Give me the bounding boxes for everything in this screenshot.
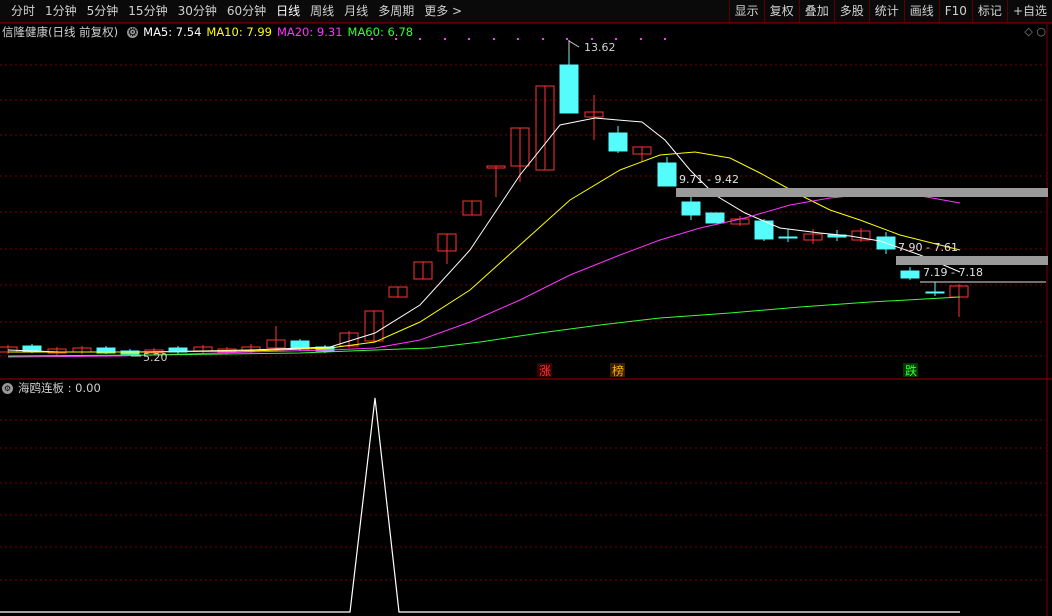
range-label-1: 9.71 - 9.42 (679, 173, 739, 186)
panel-controls: ◇ ○ (1024, 25, 1046, 38)
grid-lines (0, 22, 1052, 616)
kline-chart[interactable]: 13.62 5.20 9.71 - 9.42 7.90 - 7.61 7.19 … (0, 0, 1052, 616)
signal-dot (615, 38, 617, 40)
main-chart-header: 信隆健康(日线 前复权) ⚙ MA5: 7.54 MA10: 7.99 MA20… (0, 24, 418, 40)
signal-dot (591, 38, 593, 40)
candle-body (608, 132, 628, 152)
ma5-label: MA5: 7.54 (143, 25, 202, 39)
signal-dot (444, 38, 446, 40)
signal-dot (542, 38, 544, 40)
overlays (131, 38, 1048, 357)
candle-body (925, 291, 945, 294)
candle-body (900, 270, 920, 279)
range-label-3: 7.19 - 7.18 (923, 266, 983, 279)
signal-dot (664, 38, 666, 40)
ma20-line (7, 193, 961, 358)
ma60-label: MA60: 6.78 (347, 25, 414, 39)
signal-dot (468, 38, 470, 40)
price-range-bar-2 (896, 256, 1048, 265)
candle-body (681, 201, 701, 216)
marker-board: 榜 (612, 363, 624, 378)
signal-dot (640, 38, 642, 40)
moving-average-lines (7, 117, 961, 358)
ma5-line (7, 117, 961, 353)
candlesticks (0, 40, 969, 356)
signal-dot (566, 38, 568, 40)
settings-icon[interactable]: ⚙ (127, 26, 139, 38)
ma60-line (7, 296, 961, 357)
high-marker-flag (568, 40, 580, 48)
range-label-2: 7.90 - 7.61 (898, 241, 958, 254)
circle-icon[interactable]: ○ (1036, 25, 1046, 38)
diamond-icon[interactable]: ◇ (1024, 25, 1032, 38)
indicator-settings-icon[interactable]: ⚙ (2, 382, 13, 394)
candle-body (705, 212, 725, 224)
ma20-label: MA20: 9.31 (276, 25, 343, 39)
stock-title: 信隆健康(日线 前复权) (2, 25, 119, 39)
signal-dot (493, 38, 495, 40)
high-price-label: 13.62 (584, 41, 616, 54)
candle-body (778, 236, 798, 239)
ma10-label: MA10: 7.99 (206, 25, 272, 39)
candle-body (657, 162, 677, 187)
marker-fall: 跌 (905, 363, 917, 378)
candle-body (559, 64, 579, 114)
low-price-label: 5.20 (143, 351, 168, 364)
indicator-title: 海鸥连板 : 0.00 (18, 381, 101, 395)
signal-dot (419, 38, 421, 40)
marker-rise: 涨 (539, 363, 551, 378)
signal-dot (517, 38, 519, 40)
price-range-bar-1 (676, 188, 1048, 197)
indicator-header: ⚙ 海鸥连板 : 0.00 (0, 381, 101, 395)
